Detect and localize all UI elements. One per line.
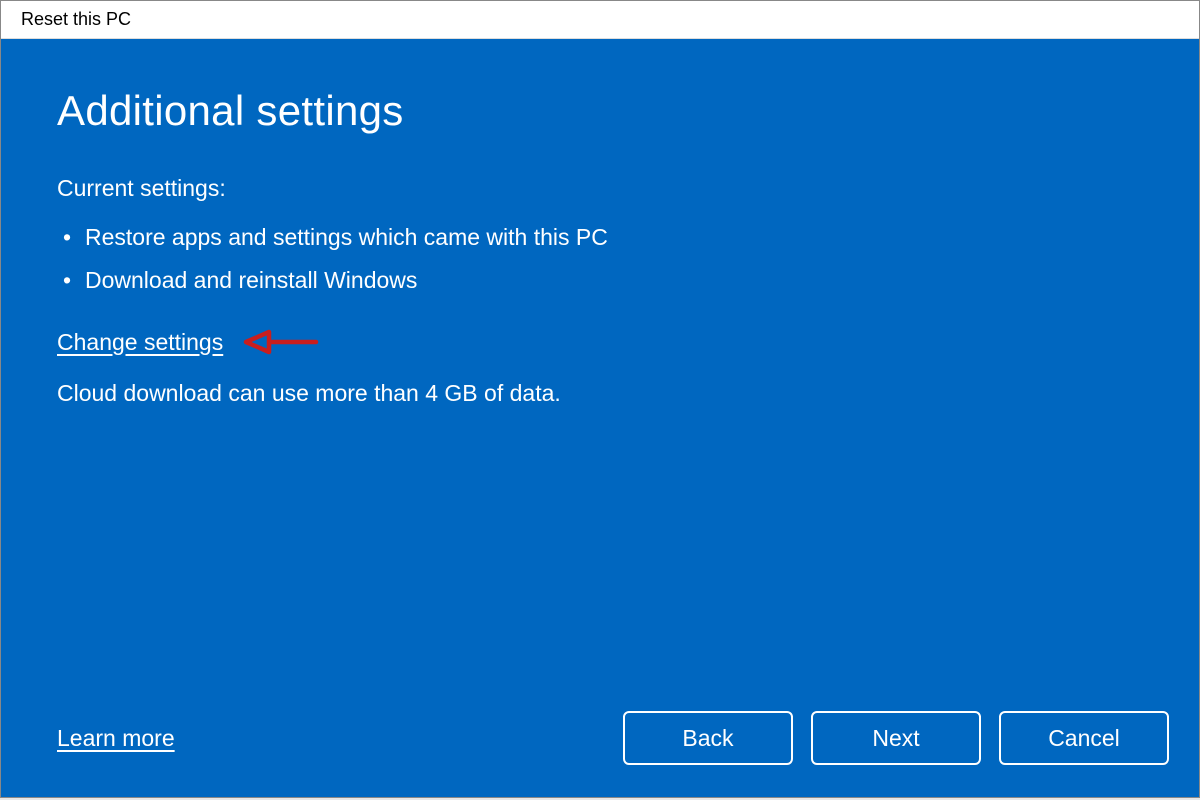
learn-more-link[interactable]: Learn more <box>57 725 175 752</box>
change-settings-row: Change settings <box>57 322 1143 362</box>
settings-list: Restore apps and settings which came wit… <box>57 216 1143 302</box>
cancel-button[interactable]: Cancel <box>999 711 1169 765</box>
next-button[interactable]: Next <box>811 711 981 765</box>
title-bar: Reset this PC <box>1 1 1199 39</box>
change-settings-link[interactable]: Change settings <box>57 329 223 356</box>
cloud-download-note: Cloud download can use more than 4 GB of… <box>57 380 1143 407</box>
back-button[interactable]: Back <box>623 711 793 765</box>
content-area: Additional settings Current settings: Re… <box>1 39 1199 797</box>
settings-item: Restore apps and settings which came wit… <box>57 216 1143 259</box>
footer: Learn more Back Next Cancel <box>57 711 1169 765</box>
annotation-arrow-icon <box>241 322 321 362</box>
window-title: Reset this PC <box>21 9 131 30</box>
button-row: Back Next Cancel <box>623 711 1169 765</box>
settings-item: Download and reinstall Windows <box>57 259 1143 302</box>
reset-pc-window: Reset this PC Additional settings Curren… <box>0 0 1200 798</box>
page-heading: Additional settings <box>57 87 1143 135</box>
current-settings-label: Current settings: <box>57 175 1143 202</box>
